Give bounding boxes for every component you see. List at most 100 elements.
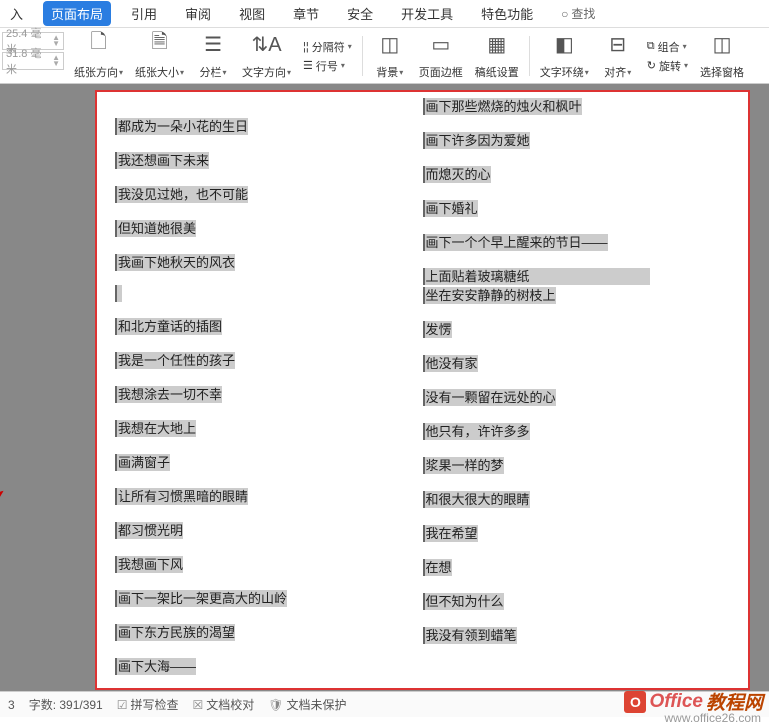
tab-security[interactable]: 安全 [339, 0, 381, 27]
stepper-icon[interactable]: ▲▼ [52, 35, 60, 47]
rotate-icon: ↻ [647, 59, 656, 72]
text-line[interactable]: 我画下她秋天的风衣 [115, 254, 235, 271]
search-icon: ○ [561, 7, 568, 21]
chevron-down-icon: ▾ [223, 68, 227, 77]
rotate-button[interactable]: ↻ 旋转 ▾ [647, 58, 688, 74]
text-line[interactable]: 上面贴着玻璃糖纸 [423, 268, 650, 285]
text-line[interactable]: 我没见过她，也不可能 [115, 186, 248, 203]
tab-review[interactable]: 审阅 [177, 0, 219, 27]
text-line[interactable]: 画下一个个早上醒来的节日—— [423, 234, 608, 251]
watermark-url: www.office26.com [665, 711, 762, 723]
papersettings-button[interactable]: ▦ 稿纸设置 [471, 32, 523, 80]
papersize-button[interactable]: 🗎 纸张大小▾ [131, 32, 188, 80]
align-button[interactable]: ⊟ 对齐▾ [597, 32, 639, 80]
text-line[interactable]: 画下一架比一架更高大的山岭 [115, 590, 287, 607]
text-line[interactable]: 画下那些燃烧的烛火和枫叶 [423, 98, 582, 115]
background-icon: ◫ [380, 32, 399, 56]
tab-special[interactable]: 特色功能 [473, 0, 541, 27]
text-line[interactable]: 我是一个任性的孩子 [115, 352, 235, 369]
text-line[interactable] [115, 285, 122, 302]
word-count[interactable]: 字数: 391/391 [29, 696, 103, 713]
text-line[interactable]: 我想画下风 [115, 556, 183, 573]
text-line[interactable]: 和很大很大的眼睛 [423, 491, 530, 508]
text-line[interactable]: 浆果一样的梦 [423, 457, 504, 474]
textdirection-icon: ⇅A [251, 32, 281, 56]
spellcheck-icon: ☑ [117, 698, 128, 712]
text-line[interactable]: 都成为一朵小花的生日 [115, 118, 248, 135]
margin-bottom-input[interactable]: 31.8 毫米 ▲▼ [2, 52, 64, 70]
search-box[interactable]: ○ 查找 [561, 5, 595, 22]
annotation-arrow [0, 484, 10, 544]
text-line[interactable]: 而熄灭的心 [423, 166, 491, 183]
linenum-icon: ☰ [303, 59, 313, 72]
text-line[interactable]: 在想 [423, 559, 452, 576]
orientation-icon: 🗋 [90, 32, 106, 56]
group-button[interactable]: ⧉ 组合 ▾ [647, 39, 688, 55]
tab-pagelayout[interactable]: 页面布局 [43, 1, 111, 26]
separator-icon: ¦¦ [303, 41, 309, 53]
selectionpane-button[interactable]: ◫ 选择窗格 [696, 32, 748, 80]
text-line[interactable]: 他只有，许许多多 [423, 423, 530, 440]
papersettings-icon: ▦ [487, 32, 506, 56]
chevron-down-icon: ▾ [341, 61, 345, 70]
separator [362, 36, 363, 76]
text-line[interactable]: 没有一颗留在远处的心 [423, 389, 556, 406]
page-indicator[interactable]: 3 [8, 698, 15, 712]
text-line[interactable]: 画下大海—— [115, 658, 196, 675]
page-columns: 都成为一朵小花的生日 我还想画下未来 我没见过她，也不可能 但知道她很美 我画下… [115, 92, 730, 688]
chevron-down-icon: ▾ [287, 68, 291, 77]
orientation-button[interactable]: 🗋 纸张方向▾ [70, 32, 127, 80]
linenum-button[interactable]: ☰ 行号 ▾ [303, 58, 352, 74]
separator-button[interactable]: ¦¦ 分隔符 ▾ [303, 39, 352, 55]
shield-icon: 🛡 [268, 698, 283, 712]
text-line[interactable]: 我在希望 [423, 525, 478, 542]
tab-insert[interactable]: 入 [2, 0, 31, 27]
chevron-down-icon: ▾ [585, 68, 589, 77]
textwrap-button[interactable]: ◧ 文字环绕▾ [536, 32, 593, 80]
doccheck-button[interactable]: ☒ 文档校对 [193, 696, 255, 713]
background-button[interactable]: ◫ 背景▾ [369, 32, 411, 80]
pageborder-icon: ▭ [431, 32, 450, 56]
separator-linenum-group: ¦¦ 分隔符 ▾ ☰ 行号 ▾ [299, 32, 356, 80]
group-rotate-group: ⧉ 组合 ▾ ↻ 旋转 ▾ [643, 32, 692, 80]
tab-view[interactable]: 视图 [231, 0, 273, 27]
search-label: 查找 [571, 5, 595, 22]
spellcheck-button[interactable]: ☑ 拼写检查 [117, 696, 179, 713]
textdirection-button[interactable]: ⇅A 文字方向▾ [238, 32, 295, 80]
columns-button[interactable]: ☰ 分栏▾ [192, 32, 234, 80]
tab-reference[interactable]: 引用 [123, 0, 165, 27]
stepper-icon[interactable]: ▲▼ [52, 55, 60, 67]
text-line[interactable]: 我想涂去一切不幸 [115, 386, 222, 403]
text-line[interactable]: 但知道她很美 [115, 220, 196, 237]
textwrap-icon: ◧ [555, 32, 574, 56]
docprotect-status[interactable]: 🛡 文档未保护 [268, 696, 346, 713]
text-line[interactable]: 让所有习惯黑暗的眼睛 [115, 488, 248, 505]
watermark-logo-icon: O [624, 691, 646, 713]
document-area[interactable]: 都成为一朵小花的生日 我还想画下未来 我没见过她，也不可能 但知道她很美 我画下… [0, 84, 769, 691]
text-line[interactable]: 我想在大地上 [115, 420, 196, 437]
tab-chapter[interactable]: 章节 [285, 0, 327, 27]
text-line[interactable]: 发愣 [423, 321, 452, 338]
text-line[interactable]: 画下许多因为爱她 [423, 132, 530, 149]
margin-bottom-value: 31.8 毫米 [6, 45, 52, 77]
text-line[interactable]: 他没有家 [423, 355, 478, 372]
text-line[interactable]: 坐在安安静静的树枝上 [423, 287, 556, 304]
watermark-text-1: Office [649, 691, 703, 713]
separator [529, 36, 530, 76]
text-line[interactable]: 画下婚礼 [423, 200, 478, 217]
text-line[interactable]: 画下东方民族的渴望 [115, 624, 235, 641]
tab-devtools[interactable]: 开发工具 [393, 0, 461, 27]
text-line[interactable]: 但不知为什么 [423, 593, 504, 610]
pageborder-button[interactable]: ▭ 页面边框 [415, 32, 467, 80]
text-line[interactable]: 都习惯光明 [115, 522, 183, 539]
text-line[interactable]: 画满窗子 [115, 454, 170, 471]
text-line[interactable]: 我没有领到蜡笔 [423, 627, 517, 644]
align-icon: ⊟ [609, 32, 626, 56]
margin-inputs: 25.4 毫米 ▲▼ 31.8 毫米 ▲▼ [2, 32, 64, 70]
document-page[interactable]: 都成为一朵小花的生日 我还想画下未来 我没见过她，也不可能 但知道她很美 我画下… [95, 90, 750, 690]
left-column: 都成为一朵小花的生日 我还想画下未来 我没见过她，也不可能 但知道她很美 我画下… [115, 92, 423, 688]
chevron-down-icon: ▾ [684, 61, 688, 70]
chevron-down-icon: ▾ [627, 68, 631, 77]
text-line[interactable]: 我还想画下未来 [115, 152, 209, 169]
text-line[interactable]: 和北方童话的插图 [115, 318, 222, 335]
